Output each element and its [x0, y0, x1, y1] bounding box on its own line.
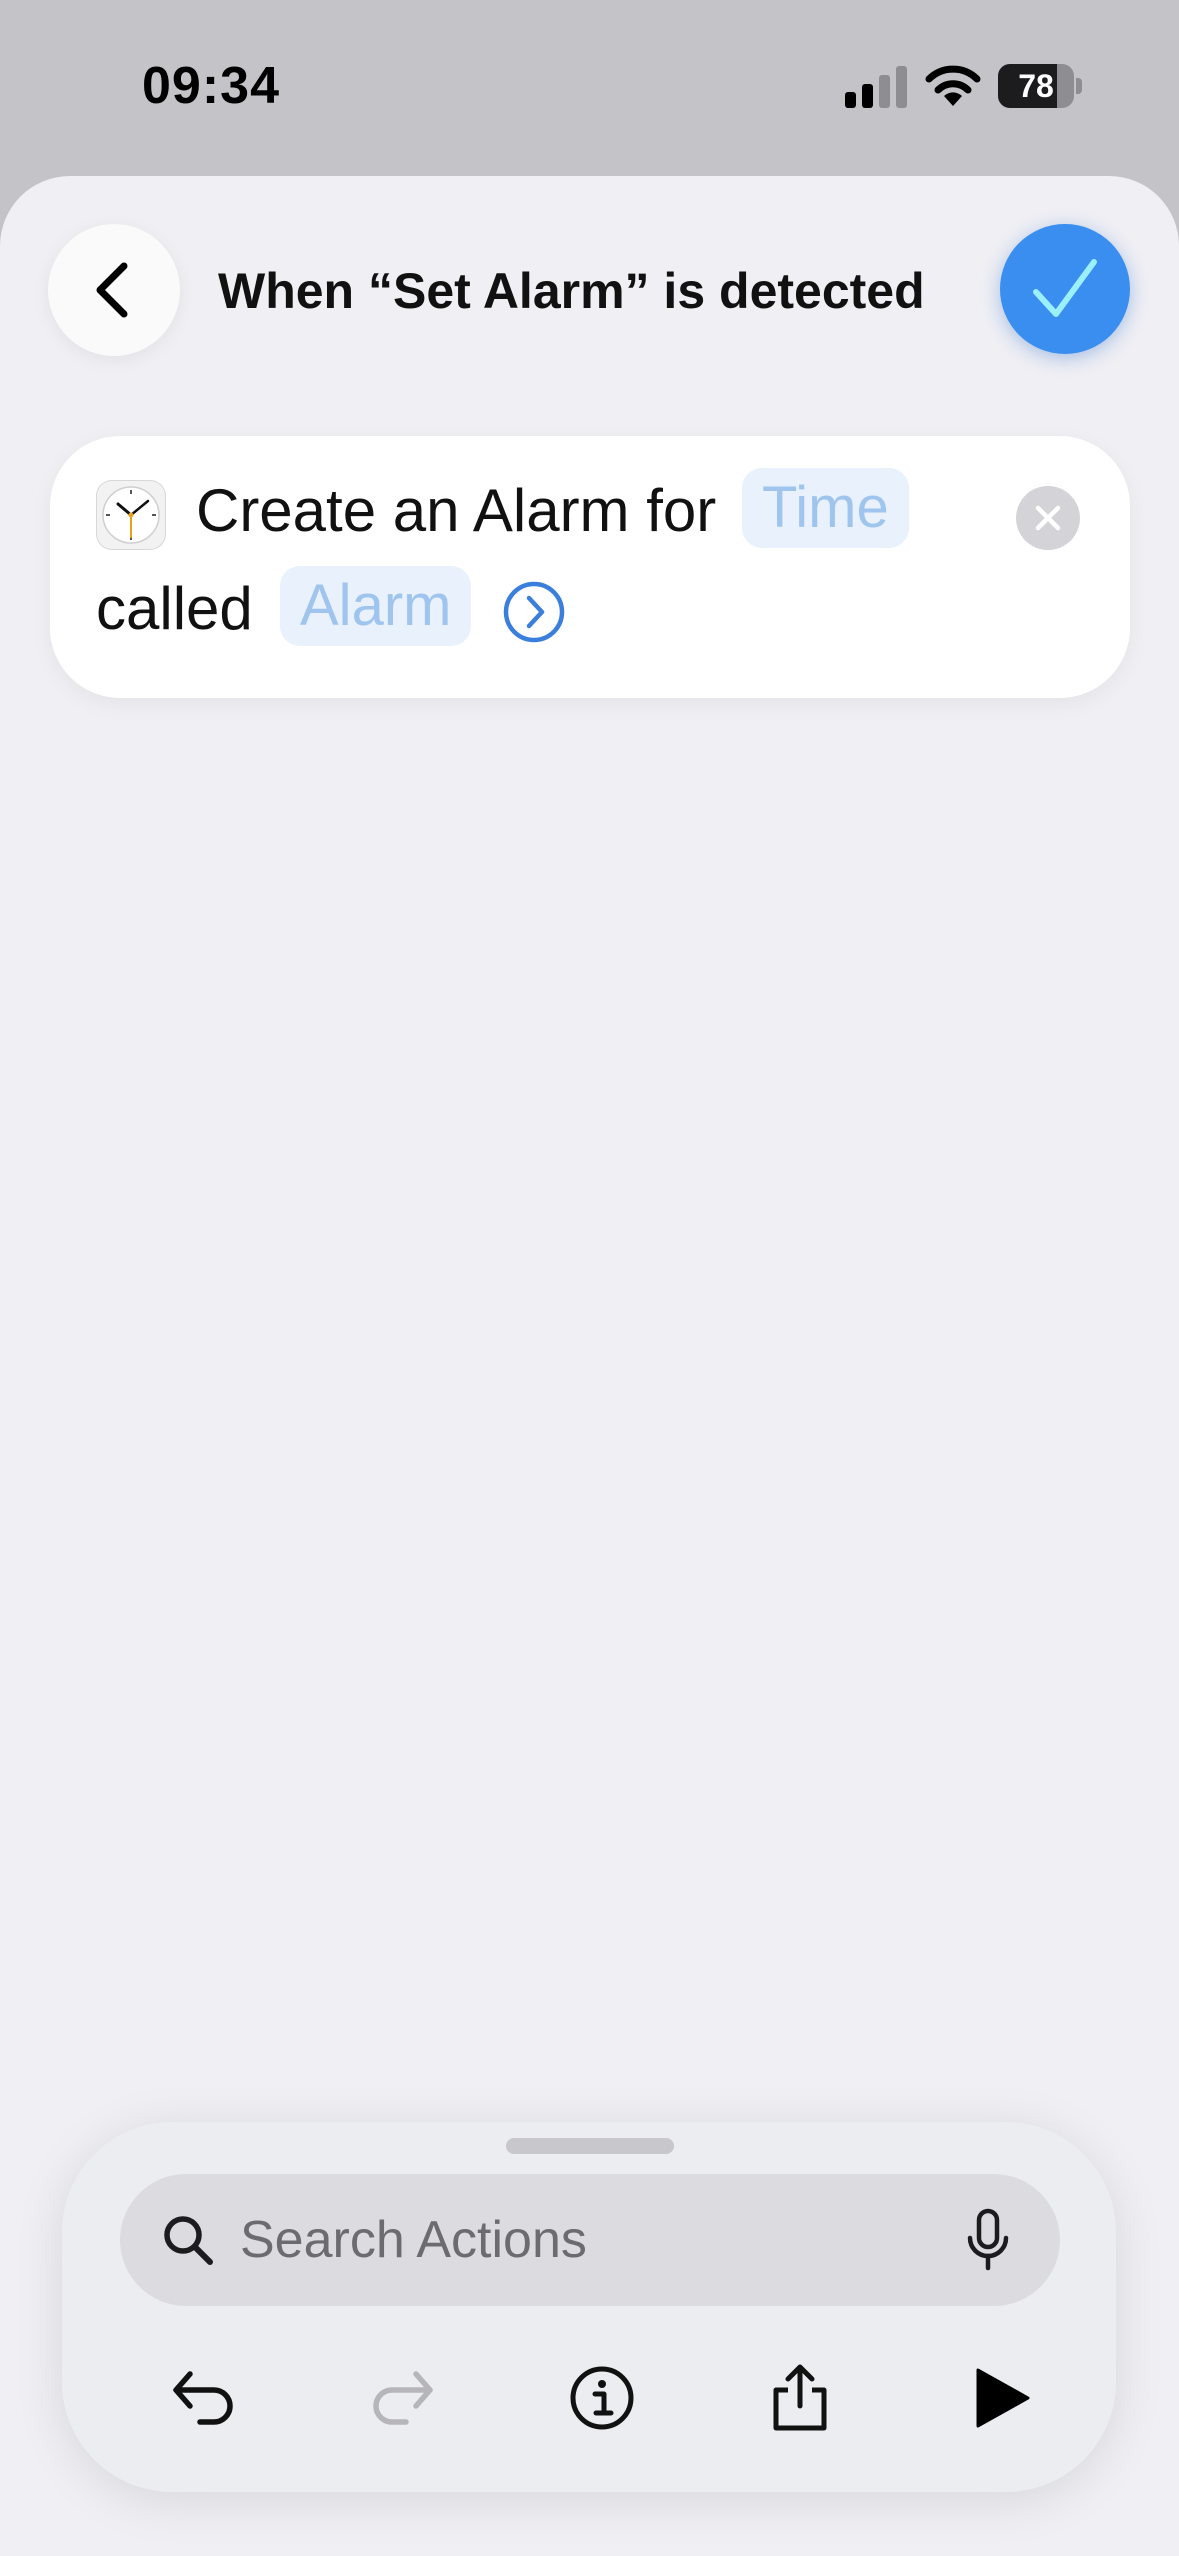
undo-button[interactable]: [154, 2348, 254, 2448]
back-button[interactable]: [48, 224, 180, 356]
automation-title: When “Set Alarm” is detected: [218, 263, 925, 319]
battery-icon: 78: [998, 64, 1082, 108]
info-icon: [570, 2366, 634, 2430]
search-icon: [164, 2216, 213, 2265]
share-button[interactable]: [750, 2348, 850, 2448]
action-search-panel: [62, 2122, 1116, 2492]
undo-icon: [173, 2371, 233, 2425]
redo-button[interactable]: [352, 2348, 452, 2448]
info-button[interactable]: [552, 2348, 652, 2448]
chevron-right-circle-icon: [503, 581, 565, 643]
chevron-left-icon: [96, 262, 128, 318]
wifi-icon: [925, 65, 981, 106]
microphone-icon[interactable]: [964, 2208, 1012, 2272]
search-bar[interactable]: [120, 2174, 1060, 2306]
shortcut-editor-sheet: When “Set Alarm” is detected Create an A…: [0, 176, 1179, 2556]
expand-action-button[interactable]: [502, 580, 566, 644]
run-button[interactable]: [950, 2348, 1050, 2448]
share-icon: [773, 2364, 827, 2431]
checkmark-icon: [1033, 259, 1097, 317]
panel-grabber[interactable]: [506, 2138, 674, 2154]
close-icon: [1035, 505, 1061, 531]
clock-app-icon: [96, 480, 166, 550]
status-bar: 09:34 78: [0, 0, 1179, 176]
action-prefix-text: Create an Alarm for: [196, 477, 717, 544]
battery-level: 78: [1018, 68, 1054, 104]
action-called-text: called: [96, 575, 253, 642]
alarm-name-parameter-token[interactable]: Alarm: [280, 566, 472, 646]
redo-icon: [373, 2371, 433, 2425]
remove-action-button[interactable]: [1016, 486, 1080, 550]
play-icon: [976, 2368, 1030, 2428]
search-actions-input[interactable]: [240, 2174, 920, 2306]
status-time: 09:34: [142, 57, 280, 115]
done-button[interactable]: [1000, 224, 1130, 354]
time-parameter-token[interactable]: Time: [742, 468, 909, 548]
create-alarm-action[interactable]: Create an Alarm for Time called Alarm: [50, 436, 1130, 698]
cellular-signal-icon: [845, 66, 907, 108]
